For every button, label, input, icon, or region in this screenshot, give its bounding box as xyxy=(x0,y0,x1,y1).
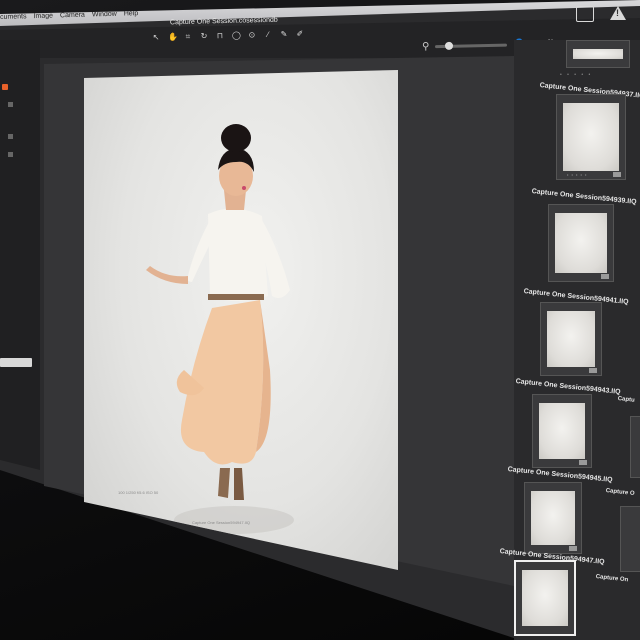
thumbnail-image xyxy=(573,49,623,59)
panel-input-field[interactable] xyxy=(0,358,32,367)
main-photo[interactable] xyxy=(84,70,398,570)
panel-dot-icon[interactable] xyxy=(8,152,13,157)
grid-view-icon[interactable] xyxy=(576,6,594,22)
warning-icon[interactable] xyxy=(610,6,626,20)
menu-image[interactable]: Image xyxy=(33,13,53,26)
left-tool-panel xyxy=(0,40,40,470)
filter-icon[interactable]: ⚲ xyxy=(422,41,430,52)
viewer-left-caption: 100 1/250 f/5.6 ISO 50 xyxy=(118,490,159,495)
thumbnail-badge xyxy=(613,172,621,177)
crop-tool-icon[interactable]: ⌗ xyxy=(184,32,192,41)
thumbnail-badge xyxy=(579,460,587,465)
rotate-tool-icon[interactable]: ↻ xyxy=(200,32,208,41)
rating-stars[interactable]: • • • • • xyxy=(560,72,592,78)
thumbnail[interactable] xyxy=(532,394,592,468)
top-right-icons xyxy=(576,6,626,22)
thumbnail-image xyxy=(522,570,568,626)
eraser-tool-icon[interactable]: ✐ xyxy=(296,29,304,38)
viewer-caption: Capture One Session594947.IIQ xyxy=(192,520,251,525)
thumbnail-badge xyxy=(589,368,597,373)
menu-camera[interactable]: Camera xyxy=(60,12,85,25)
thumbnail[interactable] xyxy=(548,204,614,282)
thumbnail-image xyxy=(531,491,575,545)
panel-dot-icon[interactable] xyxy=(8,102,13,107)
pointer-tool-icon[interactable]: ↖ xyxy=(152,33,160,42)
menu-window[interactable]: Window xyxy=(92,11,117,24)
thumbnail-selected[interactable] xyxy=(514,560,576,636)
thumbnail[interactable] xyxy=(524,482,582,554)
menu-documents[interactable]: cuments xyxy=(0,13,27,26)
thumbnail-partial[interactable] xyxy=(630,416,640,478)
thumbnail[interactable]: • • • • • xyxy=(556,94,626,180)
thumbnail[interactable] xyxy=(566,40,630,68)
thumbnail-badge xyxy=(601,274,609,279)
thumbnail-image xyxy=(555,213,607,273)
spot-tool-icon[interactable]: ◯ xyxy=(232,31,241,40)
thumbnail-partial[interactable] xyxy=(620,506,640,572)
rating-stars[interactable]: • • • • • xyxy=(567,172,587,177)
panel-indicator-icon xyxy=(2,84,8,90)
panel-dot-icon[interactable] xyxy=(8,134,13,139)
keystone-tool-icon[interactable]: ⊓ xyxy=(216,31,224,40)
slider-knob[interactable] xyxy=(445,41,454,50)
brush-tool-icon[interactable]: ✎ xyxy=(280,30,288,39)
thumbnail-size-slider[interactable] xyxy=(435,41,508,50)
picker-tool-icon[interactable]: ⁄ xyxy=(264,30,272,39)
model-figure xyxy=(146,124,294,534)
thumbnail-image xyxy=(563,103,619,171)
thumbnail-image xyxy=(539,403,585,459)
thumbnail-badge xyxy=(569,546,577,551)
thumbnail[interactable] xyxy=(540,302,602,376)
pan-tool-icon[interactable]: ✋ xyxy=(168,32,178,41)
thumbnail-image xyxy=(547,311,595,367)
menu-help[interactable]: Help xyxy=(124,10,139,22)
loupe-tool-icon[interactable]: ⊙ xyxy=(248,30,256,39)
